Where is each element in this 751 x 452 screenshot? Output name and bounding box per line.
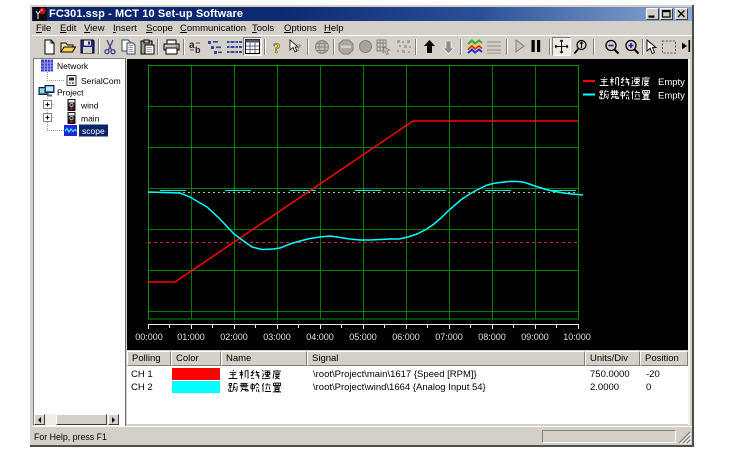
svg-text:?: ? bbox=[296, 42, 302, 54]
svg-text:06:000: 06:000 bbox=[392, 332, 420, 342]
svg-text:b: b bbox=[195, 45, 201, 55]
svg-text:02:000: 02:000 bbox=[220, 332, 248, 342]
svg-text:?: ? bbox=[273, 41, 281, 55]
svg-text:Network: Network bbox=[57, 61, 89, 71]
svg-text:04:000: 04:000 bbox=[306, 332, 334, 342]
svg-text:05:000: 05:000 bbox=[349, 332, 377, 342]
svg-text:SerialCom: SerialCom bbox=[81, 76, 121, 86]
svg-text:09:000: 09:000 bbox=[521, 332, 549, 342]
svg-text:Project: Project bbox=[57, 88, 84, 98]
svg-text:Empty: Empty bbox=[658, 77, 685, 88]
svg-text:01:000: 01:000 bbox=[177, 332, 205, 342]
svg-text:00:000: 00:000 bbox=[135, 332, 163, 342]
svg-text:Empty: Empty bbox=[658, 91, 685, 102]
svg-text:03:000: 03:000 bbox=[263, 332, 291, 342]
svg-text:08:000: 08:000 bbox=[478, 332, 506, 342]
svg-text:10:000: 10:000 bbox=[563, 332, 591, 342]
svg-text:wind: wind bbox=[80, 101, 99, 111]
svg-text:main: main bbox=[81, 114, 100, 124]
svg-text:scope: scope bbox=[82, 126, 105, 136]
svg-text:07:000: 07:000 bbox=[435, 332, 463, 342]
